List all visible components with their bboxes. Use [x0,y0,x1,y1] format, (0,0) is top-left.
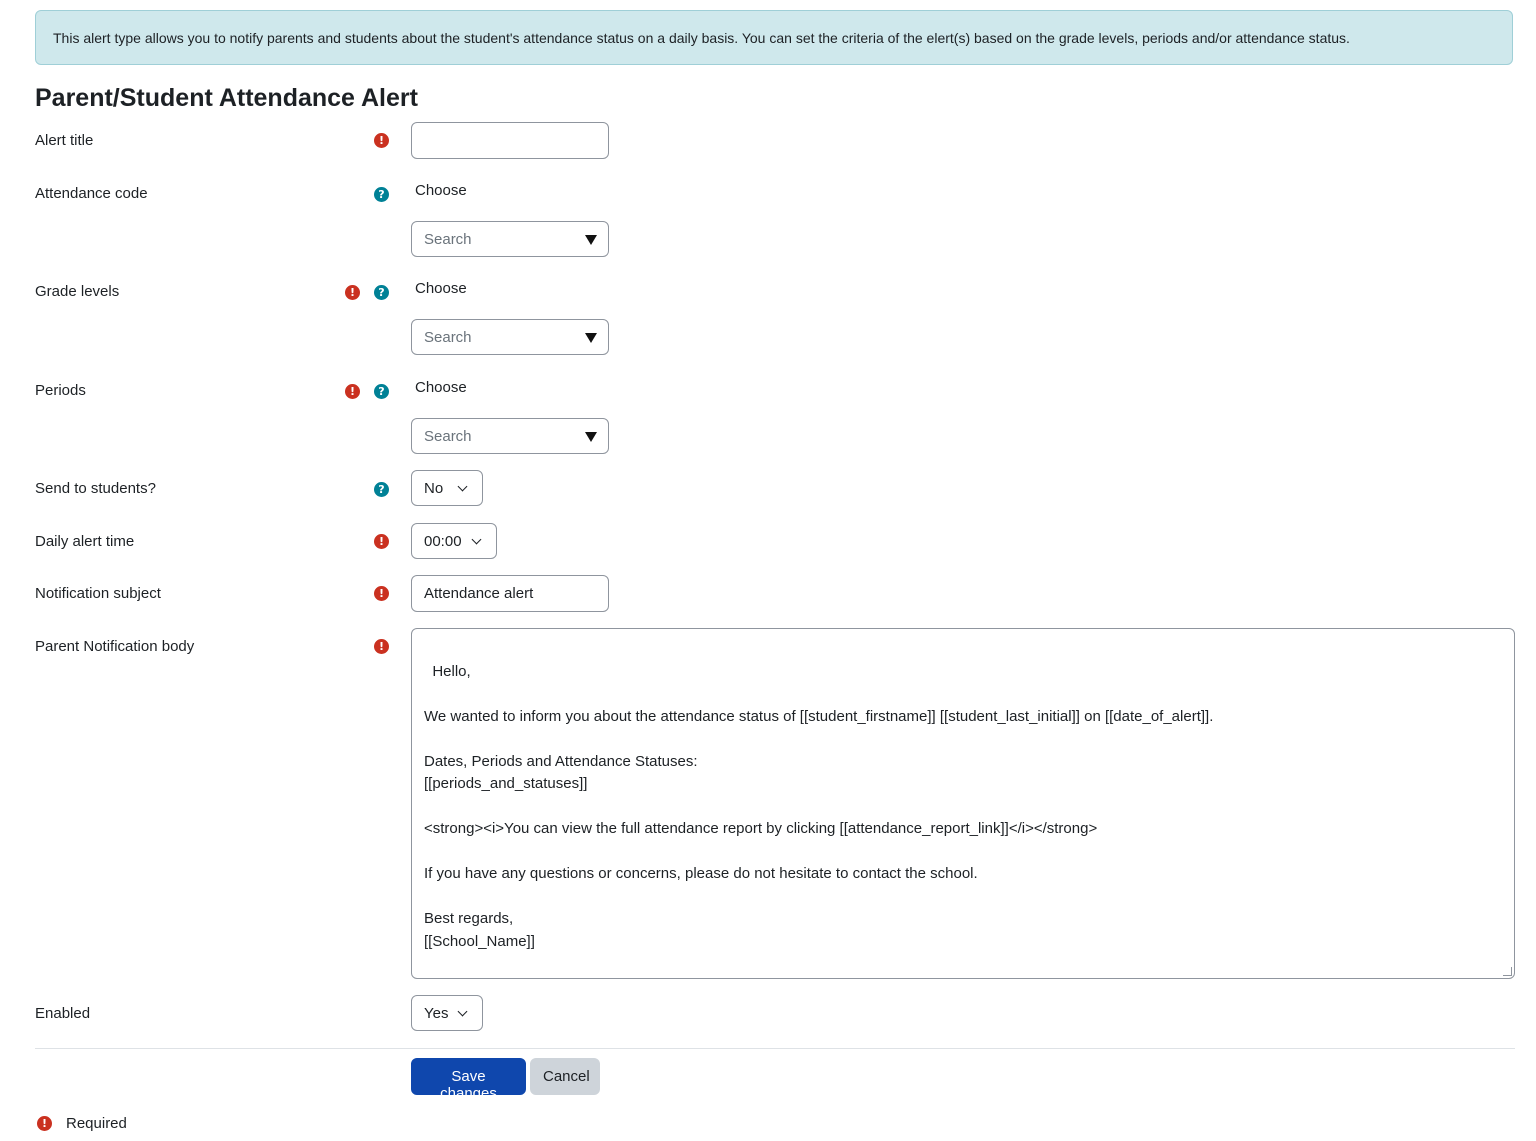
grade-levels-choose: Choose [415,280,467,297]
grade-levels-search[interactable]: Search [411,319,609,355]
save-changes-button[interactable]: Save changes [411,1058,526,1102]
daily-alert-time-select[interactable]: 00:00 [411,523,497,559]
required-icon: ! [374,639,389,654]
enabled-label: Enabled [35,1005,91,1022]
required-icon: ! [374,586,389,601]
cancel-button[interactable]: Cancel [530,1058,600,1095]
send-to-students-select[interactable]: No [411,470,483,506]
daily-alert-time-value: 00:00 [424,533,462,550]
chevron-down-icon [457,481,468,492]
chevron-down-icon [471,534,482,545]
search-placeholder: Search [424,231,472,248]
required-icon: ! [374,133,389,148]
attendance-code-choose: Choose [415,182,467,199]
search-placeholder: Search [424,428,472,445]
send-to-students-value: No [424,480,444,497]
grade-levels-label: Grade levels [35,283,120,300]
enabled-select[interactable]: Yes [411,995,483,1031]
notification-subject-label: Notification subject [35,585,161,602]
search-placeholder: Search [424,329,472,346]
required-icon: ! [345,285,360,300]
alert-title-label: Alert title [35,132,94,149]
help-icon[interactable]: ? [374,482,389,497]
periods-search[interactable]: Search [411,418,609,454]
notification-subject-input[interactable]: Attendance alert [411,575,609,612]
dropdown-arrow-icon[interactable] [585,432,597,442]
required-legend: Required [66,1115,127,1132]
required-icon: ! [374,534,389,549]
notification-subject-value: Attendance alert [424,585,534,602]
divider [35,1048,1515,1049]
parent-notification-body-textarea[interactable]: Hello, We wanted to inform you about the… [411,628,1515,979]
daily-alert-time-label: Daily alert time [35,533,135,550]
help-icon[interactable]: ? [374,384,389,399]
enabled-value: Yes [424,1005,449,1022]
page-title: Parent/Student Attendance Alert [35,84,418,112]
help-icon[interactable]: ? [374,187,389,202]
periods-choose: Choose [415,379,467,396]
attendance-code-label: Attendance code [35,185,148,202]
required-icon: ! [345,384,360,399]
required-icon: ! [37,1116,52,1131]
resize-handle-icon[interactable] [1503,967,1512,976]
periods-label: Periods [35,382,86,399]
send-to-students-label: Send to students? [35,480,156,497]
attendance-code-search[interactable]: Search [411,221,609,257]
alert-title-input[interactable] [411,122,609,159]
dropdown-arrow-icon[interactable] [585,235,597,245]
help-icon[interactable]: ? [374,285,389,300]
parent-notification-body-label: Parent Notification body [35,638,195,655]
chevron-down-icon [457,1006,468,1017]
info-banner: This alert type allows you to notify par… [35,10,1513,65]
dropdown-arrow-icon[interactable] [585,333,597,343]
parent-notification-body-text: Hello, We wanted to inform you about the… [424,662,1214,950]
